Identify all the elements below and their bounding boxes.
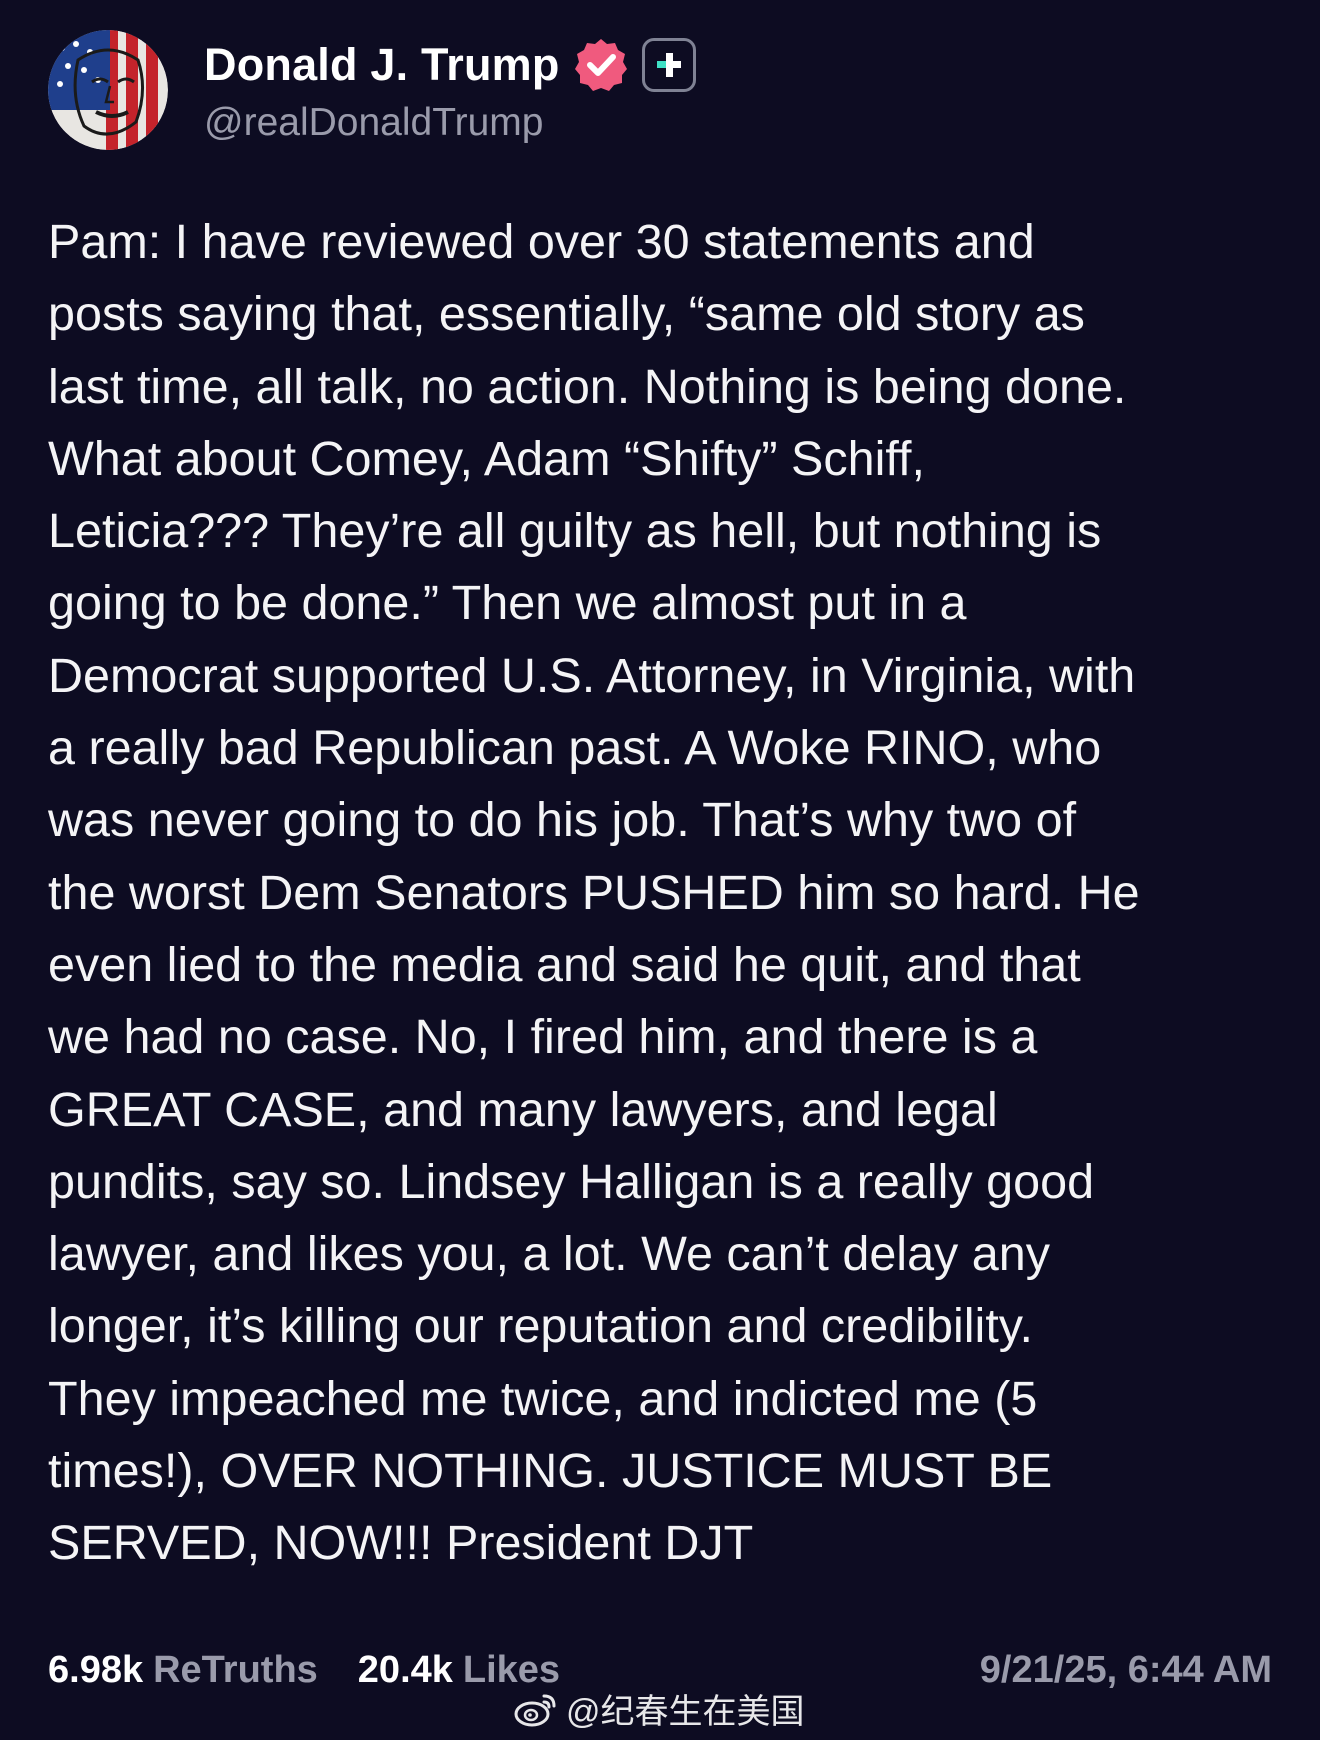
flag-portrait-avatar-icon [48,30,168,150]
plus-icon [656,53,681,77]
likes-count: 20.4k [357,1648,453,1691]
retruths-stat[interactable]: 6.98k ReTruths [48,1649,318,1692]
truth-post: Donald J. Trump @realDonaldTrump Pam: I … [0,0,1320,1740]
watermark: @纪春生在美国 [514,1684,805,1733]
plus-badge-icon [641,38,696,92]
name-row: Donald J. Trump [204,35,696,95]
watermark-text: @纪春生在美国 [566,1693,805,1731]
post-header: Donald J. Trump @realDonaldTrump [48,30,696,150]
post-timestamp[interactable]: 9/21/25, 6:44 AM [980,1649,1272,1692]
post-body-text: Pam: I have reviewed over 30 statements … [48,215,1140,1571]
verified-badge-icon [574,39,627,91]
retruths-count: 6.98k [48,1648,144,1691]
author-block: Donald J. Trump @realDonaldTrump [204,35,696,145]
author-handle[interactable]: @realDonaldTrump [204,101,696,145]
weibo-icon [514,1694,556,1726]
avatar[interactable] [48,30,168,150]
author-name[interactable]: Donald J. Trump [204,39,560,91]
retruths-label: ReTruths [153,1648,318,1691]
